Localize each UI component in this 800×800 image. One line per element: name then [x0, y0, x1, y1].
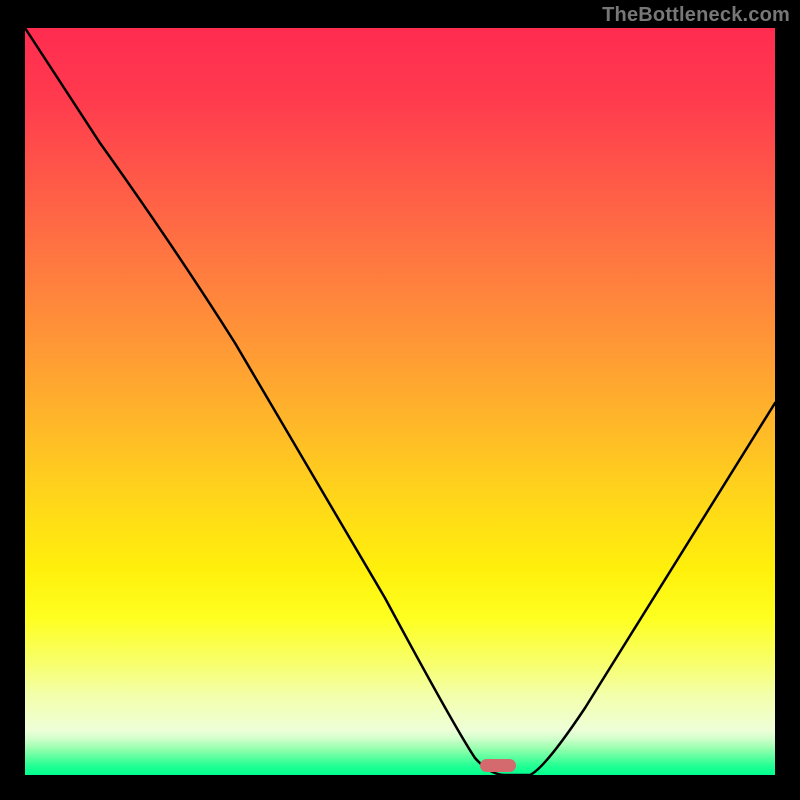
optimal-marker	[480, 759, 516, 772]
curve-path	[25, 28, 775, 775]
chart-frame: TheBottleneck.com	[0, 0, 800, 800]
watermark-label: TheBottleneck.com	[602, 4, 790, 27]
plot-area	[25, 28, 775, 775]
bottleneck-curve	[25, 28, 775, 775]
